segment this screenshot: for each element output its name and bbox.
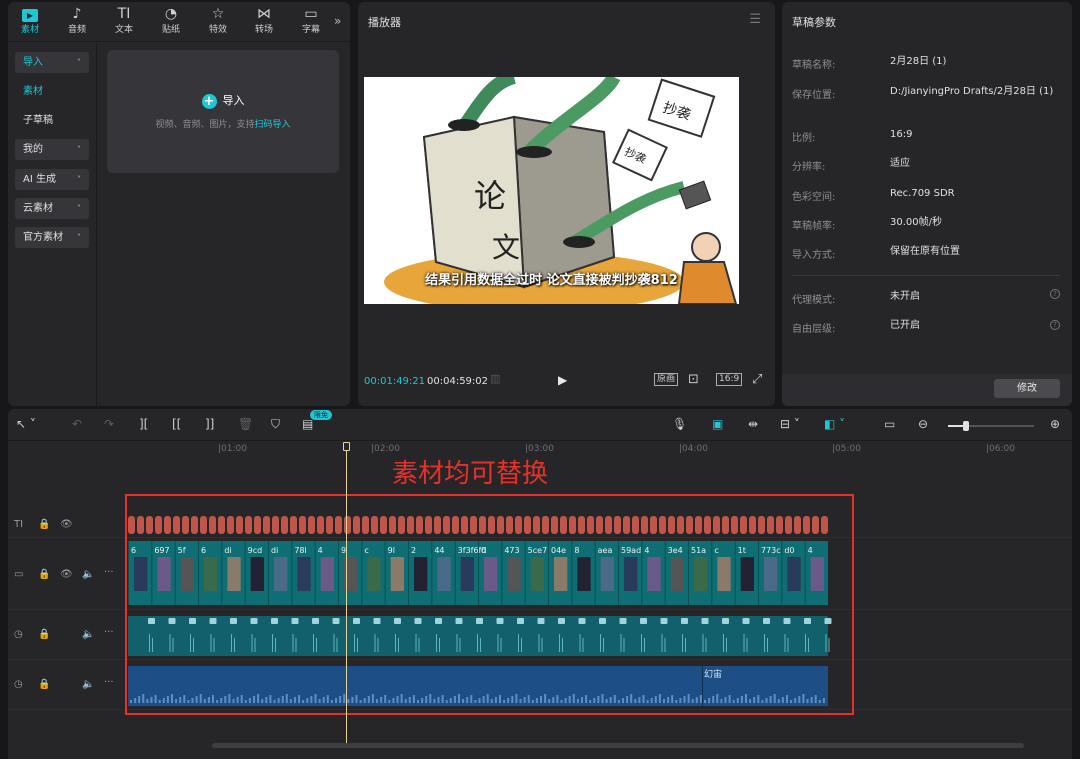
draft-params-panel: 草稿参数 草稿名称: 2月28日 (1) 保存位置: D:/JianyingPr…	[782, 2, 1072, 406]
divider	[792, 275, 1060, 276]
overlay-caption: 素材均可替换	[392, 459, 549, 489]
sidebar-item-official[interactable]: 官方素材 ˅	[15, 227, 89, 248]
import-mode-label: 导入方式:	[792, 250, 836, 261]
ratio-value: 16:9	[890, 129, 913, 140]
color-space-value: Rec.709 SDR	[890, 188, 955, 199]
free-layer-value: 已开启	[890, 320, 920, 331]
frame-rate-label: 草稿帧率:	[792, 221, 836, 232]
sidebar-item-label: 子草稿	[23, 115, 53, 126]
tab-text[interactable]: TI 文本	[104, 4, 144, 40]
transition-icon: ⋈	[257, 6, 271, 22]
sticker-icon: ◔	[164, 6, 178, 22]
plus-icon: +	[201, 93, 217, 109]
resolution-label: 分辨率:	[792, 162, 826, 173]
sidebar-item-label: 素材	[23, 86, 43, 97]
scan-import-link[interactable]: 扫码导入	[255, 120, 291, 130]
import-button[interactable]: + 导入	[107, 92, 339, 109]
media-sidebar: 导入 ˄ 素材 子草稿 我的 ˅ AI 生成 ˅ 云素材 ˅ 官方素材 ˅	[8, 43, 97, 406]
play-icon[interactable]: ▶	[558, 373, 567, 387]
save-location-value: D:/JianyingPro Drafts/2月28日 (1)	[890, 86, 1054, 97]
sidebar-item-label: 官方素材	[23, 232, 63, 243]
current-timecode: 00:01:49:21	[364, 376, 426, 387]
tab-sticker-label: 贴纸	[161, 25, 180, 35]
save-location-label: 保存位置:	[792, 90, 836, 101]
tab-transition[interactable]: ⋈ 转场	[244, 4, 284, 40]
free-layer-label: 自由层级:	[792, 324, 836, 335]
import-mode-value: 保留在原有位置	[890, 246, 960, 257]
tab-subtitle[interactable]: ▭ 字幕	[291, 4, 331, 40]
chevron-down-icon: ˅	[77, 145, 81, 154]
highlight-box	[125, 494, 854, 715]
sidebar-item-cloud[interactable]: 云素材 ˅	[15, 198, 89, 219]
timeline-list-icon[interactable]: ▥	[490, 372, 500, 385]
subtitle-icon: ▭	[304, 6, 318, 22]
horizontal-scrollbar[interactable]	[212, 743, 1024, 748]
sidebar-item-mine[interactable]: 我的 ˅	[15, 139, 89, 160]
tab-text-label: 文本	[114, 25, 133, 35]
resolution-value: 适应	[890, 158, 910, 169]
original-quality-button[interactable]: 原画	[654, 373, 679, 386]
aspect-ratio-button[interactable]: 16:9	[716, 373, 743, 386]
modify-button[interactable]: 修改	[994, 379, 1060, 398]
import-hint: 视频、音频、图片，支持扫码导入	[107, 117, 339, 130]
color-space-label: 色彩空间:	[792, 192, 836, 203]
draft-params-title: 草稿参数	[792, 16, 836, 29]
player-title: 播放器	[368, 16, 401, 29]
book-char-1: 论	[474, 177, 506, 215]
video-subtitle: 结果引用数据全过时 论文直接被判抄袭812	[425, 273, 678, 288]
chevron-down-icon: ˅	[77, 175, 81, 184]
playhead[interactable]	[346, 449, 347, 743]
import-hint-text: 视频、音频、图片，支持	[155, 120, 255, 130]
tab-audio-label: 音频	[67, 25, 86, 35]
chevron-down-icon: ˅	[77, 204, 81, 213]
frame-rate-value: 30.00帧/秒	[890, 217, 942, 228]
player-panel: 播放器 ☰ 论 文 抄袭 抄袭 结果引用数据全过时 论文直接被判抄袭812 00…	[358, 2, 775, 406]
tab-audio[interactable]: ♪ 音频	[57, 4, 97, 40]
effects-icon: ☆	[211, 6, 225, 22]
sidebar-item-subdraft[interactable]: 子草稿	[15, 110, 89, 131]
proxy-mode-value: 未开启	[890, 291, 920, 302]
tab-sticker[interactable]: ◔ 贴纸	[151, 4, 191, 40]
sidebar-item-import[interactable]: 导入 ˄	[15, 52, 89, 73]
import-dropzone[interactable]: + 导入 视频、音频、图片，支持扫码导入	[107, 50, 339, 173]
sidebar-item-media[interactable]: 素材	[15, 81, 89, 102]
menu-icon[interactable]: ☰	[749, 12, 761, 27]
book-char-2: 文	[492, 231, 520, 264]
help-icon[interactable]: ?	[1050, 289, 1060, 299]
timeline-panel: ↖ ˅ ↶ ↷ ][ [[ ]] 🗑 ⛉ ▤ 限免 🎙 ▣ ⇹ ⊟ ˅ ◧ ˅ …	[8, 409, 1072, 759]
sidebar-item-label: 导入	[23, 57, 43, 68]
text-icon: TI	[117, 6, 131, 22]
media-tab-bar: ▶ 素材 ♪ 音频 TI 文本 ◔ 贴纸 ☆ 特效 ⋈ 转场 ▭ 字幕 »	[8, 2, 350, 42]
import-button-label: 导入	[222, 94, 245, 107]
media-panel: ▶ 素材 ♪ 音频 TI 文本 ◔ 贴纸 ☆ 特效 ⋈ 转场 ▭ 字幕 » 导入…	[8, 2, 350, 406]
audio-icon: ♪	[72, 6, 82, 22]
draft-name-value: 2月28日 (1)	[890, 56, 947, 67]
draft-name-label: 草稿名称:	[792, 60, 836, 71]
chevron-down-icon: ˅	[77, 233, 81, 242]
tab-subtitle-label: 字幕	[301, 25, 320, 35]
sidebar-item-label: AI 生成	[23, 174, 56, 185]
ratio-label: 比例:	[792, 133, 816, 144]
chevron-up-icon: ˄	[77, 58, 81, 67]
playhead-handle[interactable]	[343, 442, 350, 451]
fullscreen-icon[interactable]: ⤢	[752, 372, 762, 387]
tab-effects[interactable]: ☆ 特效	[198, 4, 238, 40]
tab-transition-label: 转场	[254, 25, 273, 35]
sidebar-item-label: 云素材	[23, 203, 53, 214]
sidebar-item-ai[interactable]: AI 生成 ˅	[15, 169, 89, 190]
total-timecode: 00:04:59:02	[427, 376, 489, 387]
proxy-mode-label: 代理模式:	[792, 295, 836, 306]
help-icon[interactable]: ?	[1050, 320, 1060, 330]
media-icon: ▶	[10, 4, 50, 24]
sidebar-item-label: 我的	[23, 144, 43, 155]
tab-media-label: 素材	[20, 25, 39, 35]
tab-media[interactable]: ▶ 素材	[10, 4, 50, 40]
more-tabs-icon[interactable]: »	[334, 14, 341, 28]
video-preview[interactable]: 论 文 抄袭 抄袭 结果引用数据全过时 论文直接被判抄袭812	[364, 77, 739, 304]
tab-effects-label: 特效	[208, 25, 227, 35]
fit-screen-icon[interactable]: ⊡	[688, 372, 699, 387]
